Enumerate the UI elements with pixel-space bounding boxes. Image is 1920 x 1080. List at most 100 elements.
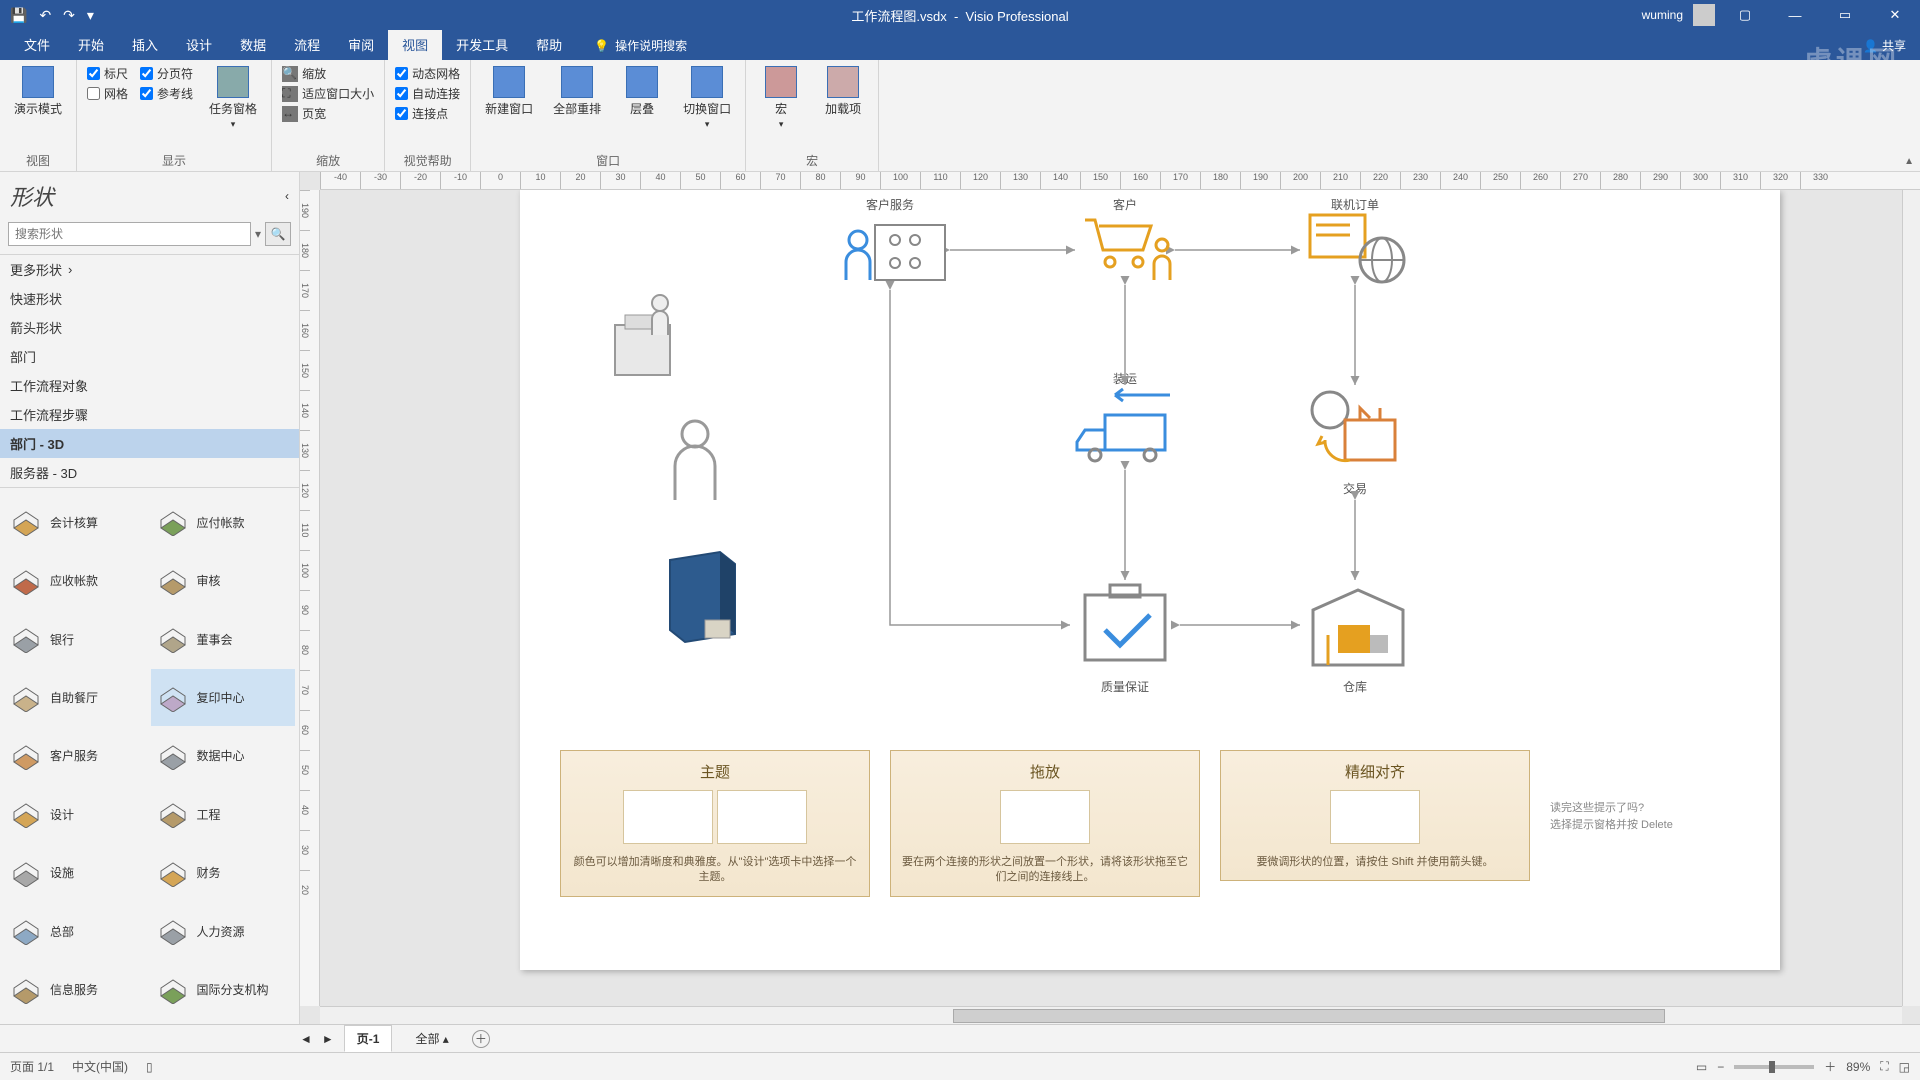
shapes-panel-collapse-icon[interactable]: ‹ [285,189,289,203]
shape-item[interactable]: 银行 [4,611,149,667]
share-button[interactable]: 👤共享 [1849,31,1920,60]
task-panes-button[interactable]: 任务窗格▾ [205,64,261,132]
cascade-button[interactable]: 层叠 [617,64,667,119]
server-shape[interactable] [670,552,735,642]
stencil-item[interactable]: 工作流程对象 [0,371,299,400]
presentation-view-icon[interactable]: ▭ [1696,1060,1707,1074]
tab-file[interactable]: 文件 [10,29,64,60]
user-name[interactable]: wuming [1642,8,1683,22]
tab-design[interactable]: 设计 [172,29,226,60]
stencil-item[interactable]: 服务器 - 3D [0,458,299,487]
copier-shape[interactable] [615,295,670,375]
qa-shape[interactable] [1085,585,1165,660]
shape-item[interactable]: 应收帐款 [4,552,149,608]
tell-me[interactable]: 💡操作说明搜索 [584,31,697,60]
close-icon[interactable]: ✕ [1875,0,1915,30]
tab-insert[interactable]: 插入 [118,29,172,60]
person-shape[interactable] [675,421,715,500]
more-shapes-row[interactable]: 更多形状› [0,255,299,284]
language-indicator[interactable]: 中文(中国) [72,1058,128,1075]
tip-card-theme[interactable]: 主题 颜色可以增加清晰度和典雅度。从"设计"选项卡中选择一个主题。 [560,750,870,897]
drawing-canvas[interactable]: 客户服务 客户 联机订单 装运 交易 质量保证 仓库 [320,190,1902,1006]
qat-dropdown-icon[interactable]: ▾ [87,7,94,24]
redo-icon[interactable]: ↷ [63,7,75,24]
zoom-out-button[interactable]: − [1717,1060,1724,1074]
tab-developer[interactable]: 开发工具 [442,29,522,60]
warehouse-shape[interactable] [1313,590,1403,665]
minimize-icon[interactable]: ― [1775,0,1815,30]
shape-item[interactable]: 董事会 [151,611,296,667]
shape-item[interactable]: 工程 [151,786,296,842]
undo-icon[interactable]: ↶ [39,7,51,24]
tab-help[interactable]: 帮助 [522,29,576,60]
ruler-checkbox[interactable]: 标尺 [87,64,128,83]
scrollbar-thumb[interactable] [953,1009,1665,1023]
sheet-nav-next-icon[interactable]: ► [322,1032,334,1046]
transaction-shape[interactable] [1312,392,1395,461]
dynamic-grid-checkbox[interactable]: 动态网格 [395,64,460,83]
search-dropdown-icon[interactable]: ▾ [255,227,261,241]
customer-shape[interactable] [1085,220,1170,280]
sheet-nav-prev-icon[interactable]: ◄ [300,1032,312,1046]
customer-service-shape[interactable] [846,225,945,280]
shape-item[interactable]: 设计 [4,786,149,842]
tip-card-dragdrop[interactable]: 拖放 要在两个连接的形状之间放置一个形状，请将该形状拖至它们之间的连接线上。 [890,750,1200,897]
shape-item[interactable]: 自助餐厅 [4,669,149,725]
stencil-item[interactable]: 箭头形状 [0,313,299,342]
autoconnect-checkbox[interactable]: 自动连接 [395,84,460,103]
zoom-in-button[interactable]: ＋ [1824,1058,1836,1075]
fit-page-icon[interactable]: ⛶ [1880,1059,1888,1074]
sheet-tab-page1[interactable]: 页-1 [344,1025,393,1052]
shape-item[interactable]: 客户服务 [4,728,149,784]
shape-item[interactable]: 国际分支机构 [151,962,296,1018]
shape-item[interactable]: 信息服务 [4,962,149,1018]
shape-item[interactable]: 审核 [151,552,296,608]
shape-item[interactable]: 总部 [4,903,149,959]
tab-process[interactable]: 流程 [280,29,334,60]
stencil-item[interactable]: 工作流程步骤 [0,400,299,429]
tab-view[interactable]: 视图 [388,29,442,60]
shipping-shape[interactable] [1077,389,1170,461]
addins-button[interactable]: 加载项 [818,64,868,119]
presentation-mode-button[interactable]: 演示模式 [10,64,66,119]
page-indicator[interactable]: 页面 1/1 [10,1058,54,1075]
guides-checkbox[interactable]: 参考线 [140,84,193,103]
stencil-item-selected[interactable]: 部门 - 3D [0,429,299,458]
page-width-button[interactable]: ↔页宽 [282,104,374,123]
ribbon-display-options-icon[interactable]: ▢ [1725,0,1765,30]
shape-item[interactable]: 人力资源 [151,903,296,959]
shape-item[interactable]: 应付帐款 [151,494,296,550]
collapse-ribbon-icon[interactable]: ▲ [1904,156,1914,167]
save-icon[interactable]: 💾 [10,7,27,24]
online-order-shape[interactable] [1310,215,1404,282]
shape-item[interactable]: 会计核算 [4,494,149,550]
connection-points-checkbox[interactable]: 连接点 [395,104,460,123]
grid-checkbox[interactable]: 网格 [87,84,128,103]
macros-button[interactable]: 宏▾ [756,64,806,132]
pan-zoom-icon[interactable]: ◲ [1899,1060,1910,1074]
vertical-scrollbar[interactable] [1902,190,1920,1006]
pagebreaks-checkbox[interactable]: 分页符 [140,64,193,83]
zoom-slider[interactable] [1734,1065,1814,1069]
stencil-item[interactable]: 快速形状 [0,284,299,313]
maximize-icon[interactable]: ▭ [1825,0,1865,30]
tab-data[interactable]: 数据 [226,29,280,60]
switch-windows-button[interactable]: 切换窗口▾ [679,64,735,132]
arrange-all-button[interactable]: 全部重排 [549,64,605,119]
shape-item[interactable]: 数据中心 [151,728,296,784]
shape-item[interactable]: 财务 [151,845,296,901]
user-avatar-icon[interactable] [1693,4,1715,26]
horizontal-scrollbar[interactable] [320,1006,1902,1024]
tip-card-align[interactable]: 精细对齐 要微调形状的位置，请按住 Shift 并使用箭头键。 [1220,750,1530,881]
zoom-level[interactable]: 89% [1846,1060,1870,1074]
shapes-search-input[interactable] [8,222,251,246]
shape-item[interactable]: 复印中心 [151,669,296,725]
fit-window-button[interactable]: ⛶适应窗口大小 [282,84,374,103]
new-window-button[interactable]: 新建窗口 [481,64,537,119]
zoom-button[interactable]: 🔍缩放 [282,64,374,83]
macro-record-icon[interactable]: ▯ [146,1060,153,1074]
shape-item[interactable]: 设施 [4,845,149,901]
sheet-tab-all[interactable]: 全部 ▴ [402,1025,461,1052]
add-sheet-button[interactable]: ＋ [472,1030,490,1048]
drawing-page[interactable]: 客户服务 客户 联机订单 装运 交易 质量保证 仓库 [520,190,1780,970]
